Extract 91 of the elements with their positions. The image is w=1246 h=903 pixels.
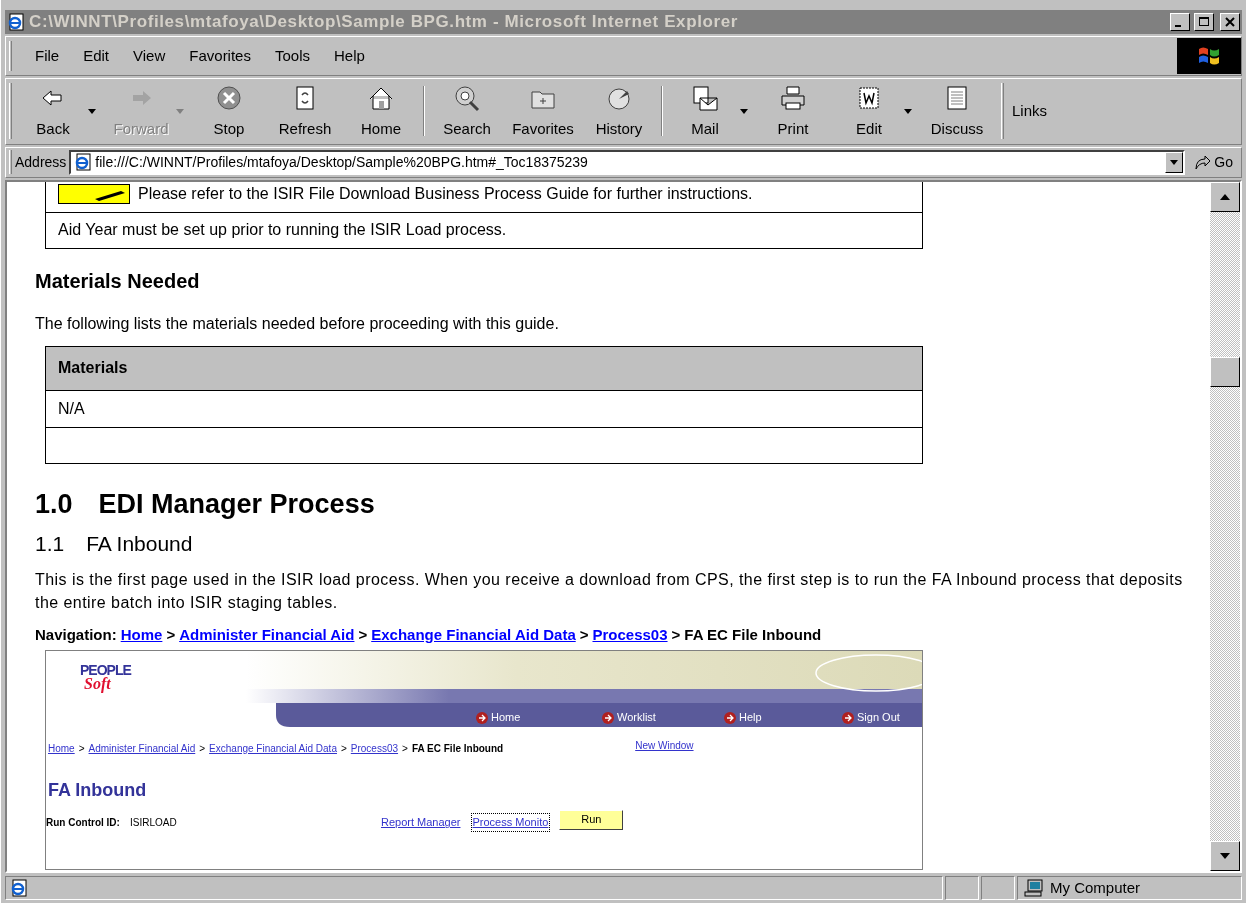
table-text: Aid Year must be set up prior to running the ISIR Load process. <box>58 220 507 241</box>
logo-text: Soft <box>84 677 112 692</box>
toolbar-button[interactable]: Back <box>15 82 91 141</box>
status-pane <box>981 876 1015 900</box>
go-arrow-icon <box>1193 154 1212 171</box>
scroll-down-icon[interactable] <box>1210 841 1240 872</box>
toolbar-button[interactable]: History <box>581 82 657 141</box>
toolbar-button[interactable]: Refresh <box>267 82 343 141</box>
header-nav-link[interactable]: Worklist <box>602 709 724 726</box>
link[interactable]: Report Manager <box>380 814 462 831</box>
menu-item[interactable]: Favorites <box>179 44 261 68</box>
stop-icon <box>215 84 243 113</box>
subsection-heading: FA Inbound <box>86 531 193 558</box>
maximize-button[interactable] <box>1194 13 1214 31</box>
header-nav-link[interactable]: Home <box>476 709 602 726</box>
browser-icon <box>7 13 25 31</box>
section-heading: EDI Manager Process <box>98 487 375 521</box>
breadcrumb-separator: > <box>579 624 589 645</box>
breadcrumb-separator: > <box>340 741 347 756</box>
status-pane <box>945 876 979 900</box>
breadcrumb-link[interactable]: Process03 <box>592 623 668 647</box>
printer-icon <box>779 84 807 113</box>
breadcrumb-separator: > <box>199 741 206 756</box>
page-title: FA Inbound <box>48 779 148 803</box>
new-window-link[interactable]: New Window <box>635 737 694 753</box>
window-title: C:\WINNT\Profiles\mtafoya\Desktop\Sample BPG.htm - Microsoft Internet Explorer <box>29 11 739 34</box>
close-icon <box>1223 15 1237 29</box>
link[interactable]: Process Monito <box>471 814 550 831</box>
menu-item[interactable]: File <box>25 44 70 68</box>
toolbar-button[interactable]: Favorites <box>505 82 581 141</box>
run-button[interactable]: Run <box>559 809 624 830</box>
links-label[interactable]: Links <box>1012 100 1048 123</box>
section-number: 1.0 <box>35 487 73 521</box>
dropdown-caret-icon[interactable] <box>1165 151 1184 173</box>
menu-item[interactable]: View <box>123 44 176 68</box>
breadcrumb-link[interactable]: Home <box>120 623 163 647</box>
address-field[interactable]: file:///C:/WINNT/Profiles/mtafoya/Desktop/Sample%20BPG.htm#_Toc18375239 <box>69 149 1186 175</box>
breadcrumb-separator: > <box>402 741 408 756</box>
close-button[interactable] <box>1220 13 1240 31</box>
breadcrumb-link[interactable]: Home <box>48 740 75 756</box>
minimize-icon <box>1175 25 1181 27</box>
menu-item[interactable]: Tools <box>264 44 320 68</box>
go-button[interactable]: Go <box>1185 151 1241 173</box>
windows-logo-icon <box>1177 37 1241 74</box>
scroll-up-icon[interactable] <box>1210 181 1240 212</box>
page-icon <box>74 153 93 172</box>
field-value: ISIRLOAD <box>130 816 178 831</box>
breadcrumb-current: FA EC File Inbound <box>684 624 822 645</box>
breadcrumb-link[interactable]: Exchange Financial Aid Data <box>371 623 576 647</box>
toolbar-button[interactable]: Edit <box>831 82 907 141</box>
arrow-icon <box>842 711 854 724</box>
computer-icon <box>1024 879 1044 897</box>
breadcrumb-link[interactable]: Exchange Financial Aid Data <box>209 740 337 756</box>
table-text: Please refer to the ISIR File Download Business Process Guide for further instructions. <box>138 183 753 204</box>
paragraph: The following lists the materials needed before proceeding with this guide. <box>35 313 560 334</box>
header-nav-link[interactable]: Sign Out <box>842 709 922 726</box>
toolbar-button[interactable]: Print <box>755 82 831 141</box>
breadcrumb-current: FA EC File Inbound <box>411 741 504 756</box>
header-nav-link[interactable]: Help <box>724 709 842 726</box>
table-cell-text: N/A <box>58 398 85 419</box>
field-label: Run Control ID: <box>46 816 121 831</box>
minimize-button[interactable] <box>1170 13 1190 31</box>
logo-text: PEOPLE <box>80 663 131 678</box>
breadcrumb-link[interactable]: Administer Financial Aid <box>179 623 355 647</box>
paragraph: This is the first page used in the ISIR load process. When you receive a download from CPS, the first step is to run the FA Inbound process that deposits the entire batch into ISIR staging tables. <box>35 569 1184 613</box>
section-heading: Materials Needed <box>35 268 201 294</box>
toolbar-button[interactable]: Home <box>343 82 419 141</box>
breadcrumb-separator: > <box>671 624 681 645</box>
note-icon <box>58 183 130 204</box>
scroll-thumb[interactable] <box>1210 356 1240 387</box>
breadcrumb-link[interactable]: Administer Financial Aid <box>88 740 196 756</box>
breadcrumb-separator: > <box>78 741 85 756</box>
menu-item[interactable]: Help <box>324 44 375 68</box>
menu-item[interactable]: Edit <box>73 44 120 68</box>
scrollbar[interactable] <box>1210 181 1240 872</box>
subsection-number: 1.1 <box>35 531 65 558</box>
zone-label: My Computer <box>1050 877 1141 898</box>
page-icon <box>10 879 28 897</box>
breadcrumb-separator: > <box>358 624 368 645</box>
maximize-icon <box>1197 15 1211 29</box>
address-label: Address <box>15 152 67 172</box>
table-header: Materials <box>46 346 922 391</box>
breadcrumb-link[interactable]: Process03 <box>350 740 399 756</box>
toolbar-button[interactable]: Mail <box>667 82 743 141</box>
toolbar-button[interactable]: Stop <box>191 82 267 141</box>
toolbar-button[interactable]: Discuss <box>919 82 995 141</box>
navigation-label: Navigation: <box>35 624 117 645</box>
breadcrumb-separator: > <box>166 624 176 645</box>
mail-icon <box>691 84 719 113</box>
search-icon <box>453 84 481 113</box>
toolbar-button[interactable]: Search <box>429 82 505 141</box>
